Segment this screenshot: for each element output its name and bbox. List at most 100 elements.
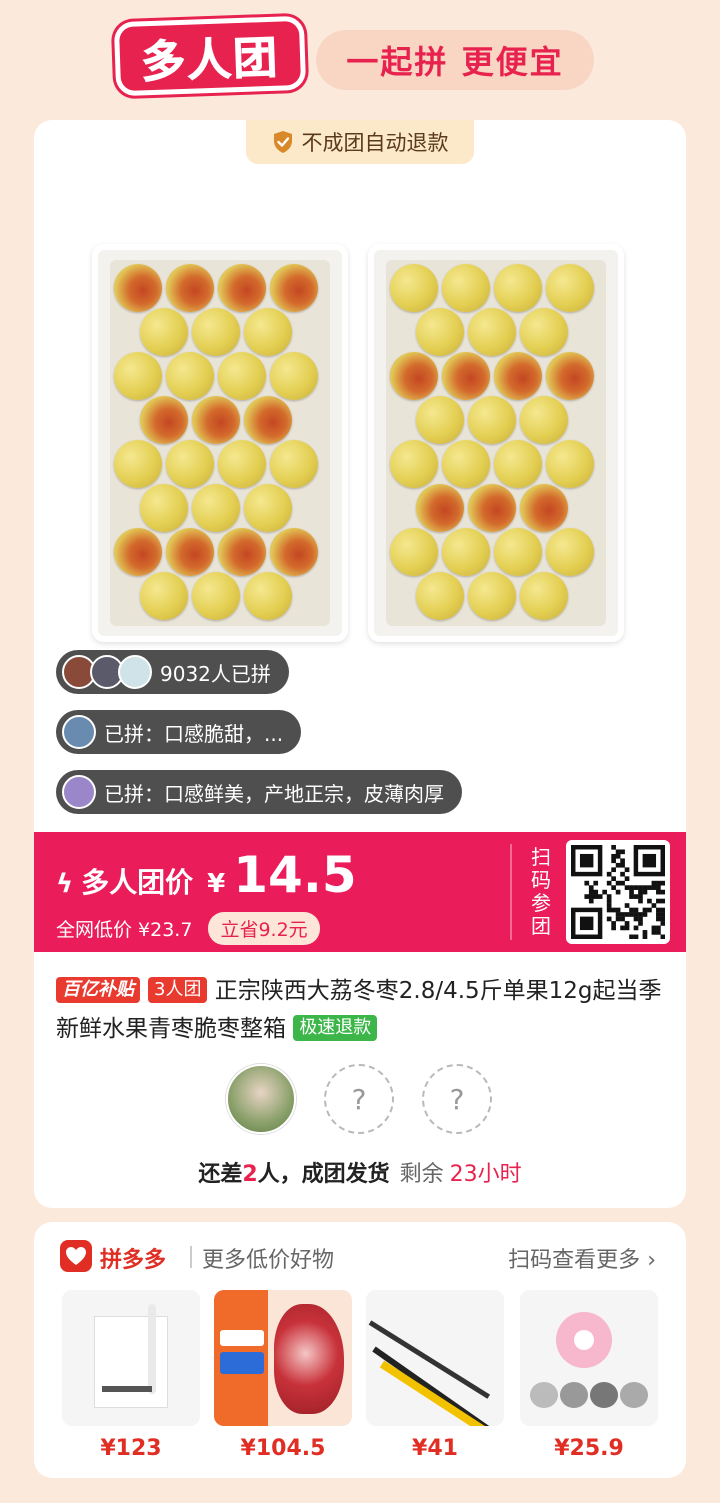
question-mark-icon: ? xyxy=(351,1082,367,1116)
goods-item[interactable] xyxy=(62,1290,200,1426)
jujube-fruit xyxy=(166,528,214,576)
jujube-fruit xyxy=(140,484,188,532)
joined-count-text: 9032人已拼 xyxy=(160,661,271,686)
jujube-fruit xyxy=(244,484,292,532)
jujube-fruit xyxy=(140,308,188,356)
more-goods-card: 拼多多 更多低价好物 扫码查看更多 › ¥123 ¥104.5 ¥41 ¥25.… xyxy=(34,1222,686,1478)
jujube-fruit xyxy=(192,308,240,356)
scan-to-join-label: 扫码参团 xyxy=(531,845,551,938)
jujube-fruit xyxy=(270,440,318,488)
group-size-badge: 3人团 xyxy=(148,977,208,1003)
jujube-fruit xyxy=(416,308,464,356)
currency-symbol: ¥ xyxy=(207,869,226,899)
team-leader-avatar xyxy=(226,1064,296,1134)
missing-count: 2 xyxy=(242,1162,258,1187)
qr-code-icon xyxy=(571,845,665,939)
jujube-fruit xyxy=(390,264,438,312)
jujube-fruit xyxy=(140,572,188,620)
review-bubble: 已拼：口感脆甜，... xyxy=(56,710,302,754)
jujube-fruit xyxy=(166,440,214,488)
jujube-fruit xyxy=(218,528,266,576)
jujube-fruit xyxy=(218,440,266,488)
jujube-tray-left xyxy=(92,244,348,642)
jujube-fruit xyxy=(218,352,266,400)
refund-guarantee-tag: 不成团自动退款 xyxy=(246,120,474,164)
jujube-fruit xyxy=(520,308,568,356)
joined-count-bubble: 9032人已拼 xyxy=(56,650,289,694)
page-title: 多人团 xyxy=(140,32,281,89)
jujube-fruit xyxy=(166,264,214,312)
jujube-fruit xyxy=(114,352,162,400)
jujube-fruit xyxy=(442,440,490,488)
jujube-tray-right xyxy=(368,244,624,642)
jujube-fruit xyxy=(390,352,438,400)
jujube-fruit xyxy=(520,572,568,620)
jujube-fruit xyxy=(468,308,516,356)
goods-price: ¥123 xyxy=(100,1436,162,1461)
pinduoduo-logo-icon xyxy=(60,1240,92,1272)
more-goods-subtitle: 更多低价好物 xyxy=(202,1248,335,1273)
jujube-fruit xyxy=(416,484,464,532)
jujube-fruit xyxy=(468,484,516,532)
fast-refund-badge: 极速退款 xyxy=(293,1015,378,1041)
jujube-fruit xyxy=(442,264,490,312)
jujube-fruit xyxy=(192,572,240,620)
goods-price: ¥25.9 xyxy=(554,1436,624,1461)
remaining-label: 剩余 xyxy=(399,1162,444,1187)
goods-item[interactable] xyxy=(214,1290,352,1426)
qr-code[interactable] xyxy=(566,840,670,944)
review-text: 已拼：口感脆甜，... xyxy=(104,721,284,746)
jujube-fruit xyxy=(494,264,542,312)
review-text: 已拼：口感鲜美，产地正宗，皮薄肉厚 xyxy=(104,781,444,806)
header: 多人团 一起拼 更便宜 xyxy=(0,0,720,118)
jujube-fruit xyxy=(416,572,464,620)
jujube-fruit xyxy=(390,528,438,576)
jujube-fruit xyxy=(192,484,240,532)
refund-tag-label: 不成团自动退款 xyxy=(301,131,449,155)
jujube-fruit xyxy=(546,352,594,400)
jujube-fruit xyxy=(270,352,318,400)
jujube-fruit xyxy=(166,352,214,400)
group-price-bar[interactable]: ϟ 多人团价 ¥ 14.5 全网低价 ¥23.7 立省9.2元 扫码参团 xyxy=(34,832,686,952)
slogan: 一起拼 更便宜 xyxy=(316,30,594,90)
jujube-fruit xyxy=(546,528,594,576)
question-mark-icon: ? xyxy=(449,1082,465,1116)
jujube-fruit xyxy=(244,572,292,620)
goods-price: ¥41 xyxy=(412,1436,458,1461)
jujube-fruit xyxy=(244,308,292,356)
lightning-icon: ϟ xyxy=(56,869,74,899)
scan-more-link[interactable]: 扫码查看更多 › xyxy=(508,1242,656,1274)
goods-item[interactable] xyxy=(366,1290,504,1426)
jujube-fruit xyxy=(468,572,516,620)
empty-slot-avatar[interactable]: ? xyxy=(422,1064,492,1134)
review-bubble: 已拼：口感鲜美，产地正宗，皮薄肉厚 xyxy=(56,770,462,814)
save-amount-badge: 立省9.2元 xyxy=(208,912,320,945)
jujube-fruit xyxy=(218,264,266,312)
shield-check-icon xyxy=(273,131,292,153)
empty-slot-avatar[interactable]: ? xyxy=(324,1064,394,1134)
jujube-fruit xyxy=(546,264,594,312)
jujube-fruit xyxy=(140,396,188,444)
jujube-fruit xyxy=(114,440,162,488)
jujube-fruit xyxy=(494,440,542,488)
jujube-fruit xyxy=(390,440,438,488)
remaining-time: 23小时 xyxy=(449,1162,522,1187)
jujube-fruit xyxy=(520,484,568,532)
goods-price: ¥104.5 xyxy=(240,1436,326,1461)
jujube-fruit xyxy=(244,396,292,444)
goods-item[interactable] xyxy=(520,1290,658,1426)
product-title-block[interactable]: 百亿补贴 3人团 正宗陕西大荔冬枣2.8/4.5斤单果12g起当季新鲜水果青枣脆枣… xyxy=(56,972,666,1048)
avatar xyxy=(62,775,96,809)
jujube-fruit xyxy=(520,396,568,444)
jujube-fruit xyxy=(416,396,464,444)
jujube-fruit xyxy=(270,528,318,576)
avatar xyxy=(62,715,96,749)
page-title-badge: 多人团 xyxy=(118,20,302,92)
jujube-fruit xyxy=(114,528,162,576)
jujube-fruit xyxy=(270,264,318,312)
jujube-fruit xyxy=(442,352,490,400)
team-status: 还差2人，成团发货 剩余 23小时 xyxy=(198,1162,522,1187)
avatar xyxy=(118,655,152,689)
jujube-fruit xyxy=(442,528,490,576)
jujube-fruit xyxy=(468,396,516,444)
